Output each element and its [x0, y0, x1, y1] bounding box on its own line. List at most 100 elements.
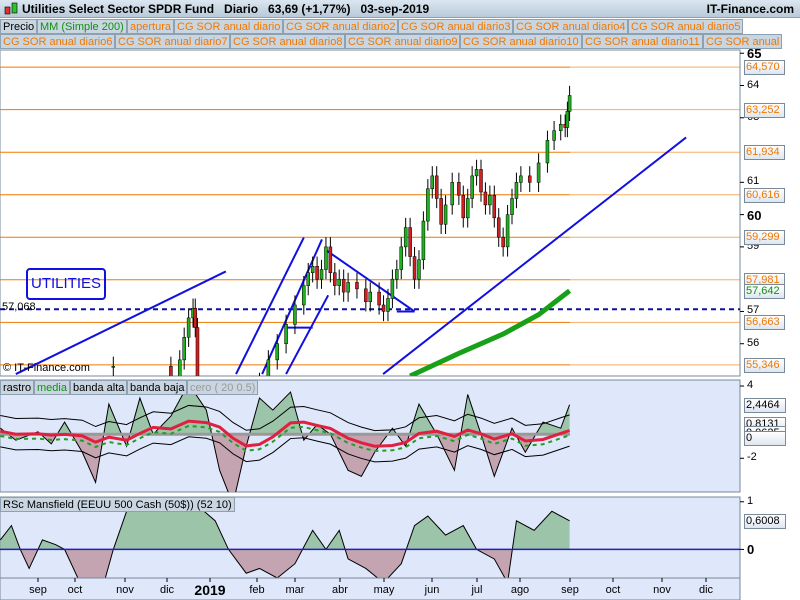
candle-body [514, 182, 519, 199]
legend-item[interactable]: cero ( 20 0.5) [187, 380, 259, 395]
candle-body [421, 220, 426, 261]
candle-body [182, 337, 186, 361]
legend-item[interactable]: apertura [127, 19, 174, 34]
y-tick-label: 0 [747, 542, 755, 558]
copyright: © IT-Finance.com [3, 362, 90, 374]
x-tick-label: jul [471, 584, 483, 596]
level-tag: 64,570 [744, 60, 785, 76]
x-tick-label: nov [116, 584, 134, 596]
candle-body [337, 278, 341, 286]
ma200-tag: 57,642 [744, 283, 785, 299]
y-tick-label: 56 [747, 336, 760, 349]
candle-body [552, 130, 556, 141]
level-tag: 59,299 [744, 230, 785, 246]
candle-body [390, 278, 395, 299]
legend-item[interactable]: CG SOR anual diario6 [0, 34, 116, 49]
candle-body [501, 236, 505, 248]
legend-item[interactable]: CG SOR anual diario2 [283, 19, 399, 34]
candle-body [461, 194, 466, 219]
y-tick-label: 4 [747, 379, 754, 392]
legend-item[interactable]: banda baja [127, 380, 188, 395]
legend-item[interactable]: Precio [0, 19, 38, 34]
candle-body [328, 246, 333, 273]
legend-item[interactable]: CG SOR anual diario3 [398, 19, 514, 34]
x-tick-label: sep [561, 584, 579, 596]
legend-item[interactable]: CG SOR anual diario7 [115, 34, 231, 49]
candle-body [450, 182, 454, 206]
legend-item[interactable]: CG SOR anual diario4 [513, 19, 629, 34]
candle-body [505, 214, 510, 248]
x-tick-label: jun [424, 584, 440, 596]
legend-item[interactable]: MM (Simple 200) [37, 19, 127, 34]
legend-item[interactable]: banda alta [70, 380, 128, 395]
x-tick-label: ago [510, 584, 530, 596]
x-tick-label: mar [285, 584, 305, 596]
candle-body [310, 266, 315, 273]
candle-body [186, 317, 191, 338]
legend-item[interactable]: CG SOR anual diario11 [582, 34, 703, 49]
level-tag: 56,663 [744, 315, 785, 331]
indicator-value-tag: 2,4464 [744, 397, 786, 413]
y-tick-label: -2 [747, 451, 757, 464]
candle-body [492, 194, 497, 219]
candle-body [545, 140, 550, 164]
legend-item: RSc Mansfield (EEUU 500 Cash (50$)) (52 … [0, 497, 235, 512]
x-tick-label: abr [332, 584, 348, 596]
candle-body [319, 269, 324, 280]
candle-body [341, 278, 346, 293]
x-tick-label: dic [159, 584, 175, 596]
x-tick-label: oct [67, 584, 83, 596]
x-tick-label: nov [653, 584, 671, 596]
candle-body [315, 266, 319, 280]
candle-body [324, 246, 328, 270]
legend-item[interactable]: CG SOR anual diario5 [628, 19, 744, 34]
candle-body [377, 291, 381, 306]
level-tag: 63,252 [744, 102, 785, 118]
candle-body [567, 95, 572, 112]
candle-body [193, 307, 198, 328]
candle-body [483, 191, 488, 206]
candle-body [346, 282, 350, 293]
candle-body [293, 304, 297, 325]
candle-body [474, 169, 479, 177]
candle-body [443, 204, 448, 225]
candle-body [430, 175, 435, 190]
x-tick-label: may [373, 584, 395, 596]
candle-body [457, 182, 461, 196]
candle-body [465, 198, 470, 219]
candle-body [412, 256, 417, 280]
candle-body [510, 198, 514, 215]
legend-item[interactable]: CG SOR anual diario8 [230, 34, 346, 49]
candle-body [302, 285, 306, 306]
candle-body [355, 282, 359, 290]
legend-item[interactable]: CG SOR anual diario9 [345, 34, 461, 49]
level-tag: 60,616 [744, 187, 785, 203]
candle-body [434, 175, 439, 199]
y-tick-label: 64 [747, 78, 760, 91]
x-tick-label: feb [249, 584, 265, 596]
x-tick-label: 2019 [194, 582, 226, 598]
legend-item[interactable]: CG SOR anual diario [174, 19, 284, 34]
candle-body [403, 227, 408, 248]
legend-item[interactable]: CG SOR anual [703, 34, 783, 49]
candle-body [306, 272, 310, 286]
level-tag: 61,934 [744, 145, 785, 161]
y-tick-label: 65 [747, 46, 762, 62]
y-tick-label: 61 [747, 175, 760, 188]
candle-body [527, 175, 532, 183]
legend-item[interactable]: CG SOR anual diario10 [460, 34, 582, 49]
candle-body [333, 272, 337, 286]
candle-body [395, 269, 399, 280]
candle-body [496, 217, 501, 238]
candle-body [536, 162, 541, 183]
candle-body [386, 298, 390, 312]
x-tick-label: oct [605, 584, 621, 596]
candle-body [439, 198, 443, 225]
candle-body [368, 291, 372, 303]
candle-body [558, 123, 563, 131]
legend-item[interactable]: rastro [0, 380, 35, 395]
x-tick-label: dic [698, 584, 714, 596]
candle-body [275, 343, 279, 361]
indicator-value-tag: 0 [744, 431, 786, 447]
legend-item[interactable]: media [34, 380, 70, 395]
